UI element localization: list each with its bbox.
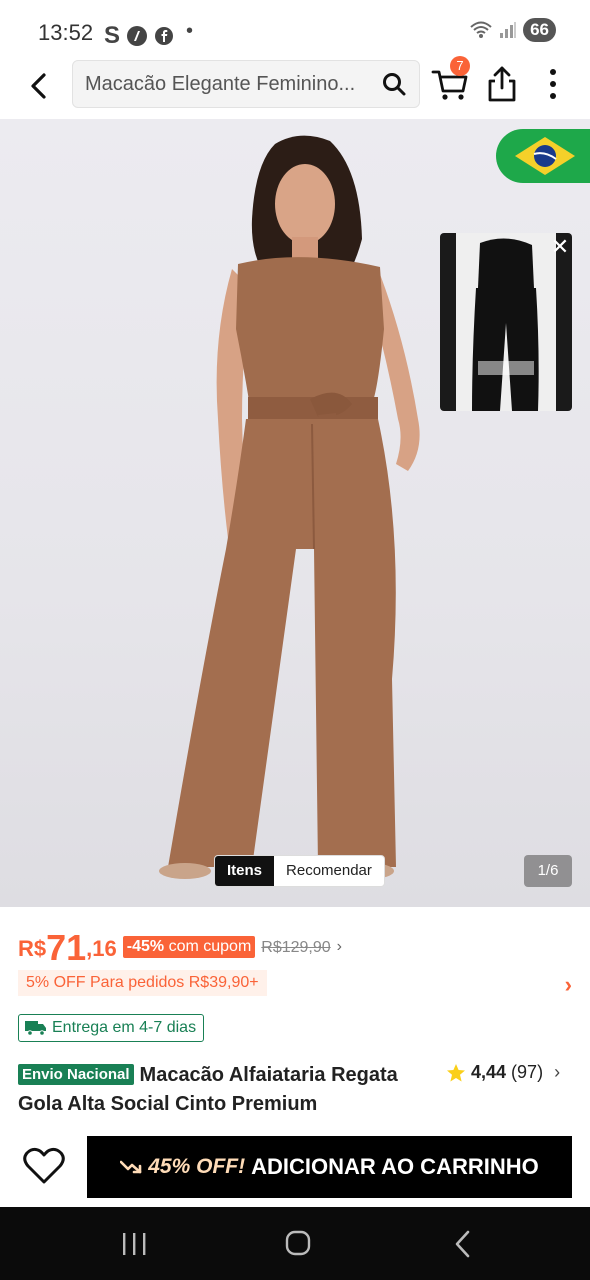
home-icon[interactable] xyxy=(284,1229,312,1257)
thumbnail-photo xyxy=(440,233,572,411)
nav-back-icon[interactable] xyxy=(452,1229,474,1259)
promo-chevron-icon[interactable]: › xyxy=(565,972,572,998)
more-options-icon[interactable] xyxy=(538,64,568,104)
more-notifications-dot: • xyxy=(186,20,194,42)
search-icon[interactable] xyxy=(381,71,407,97)
discount-suffix: com cupom xyxy=(168,938,252,955)
app-notification-icon xyxy=(127,26,148,46)
price-decimal: ,16 xyxy=(86,936,117,961)
discount-percent: -45% xyxy=(126,938,165,955)
original-price: R$129,90 xyxy=(261,939,331,956)
delivery-badge: Entrega em 4-7 dias xyxy=(18,1014,205,1042)
rating-score: 4,44 xyxy=(471,1062,507,1082)
recent-apps-icon[interactable] xyxy=(120,1231,148,1257)
rating-chevron-icon[interactable]: › xyxy=(554,1062,560,1083)
review-count: (97) xyxy=(511,1062,544,1082)
wifi-icon xyxy=(470,21,492,38)
add-to-cart-label: ADICIONAR AO CARRINHO xyxy=(251,1154,539,1179)
image-counter: 1/6 xyxy=(524,855,572,887)
truck-icon xyxy=(25,1021,46,1036)
top-bar: Macacão Elegante Feminino... 7 xyxy=(0,56,590,118)
cart-count-badge: 7 xyxy=(450,56,470,76)
product-image-gallery[interactable]: ✕ Itens Recomendar 1/6 xyxy=(0,119,590,907)
star-icon xyxy=(447,1063,465,1081)
price-currency: R$ xyxy=(18,936,47,961)
back-arrow-icon[interactable] xyxy=(22,68,58,104)
system-icons: 66 xyxy=(469,18,556,42)
status-time: 13:52 xyxy=(38,20,94,45)
search-bar[interactable]: Macacão Elegante Feminino... xyxy=(72,60,420,108)
s-notification-icon: S xyxy=(104,22,121,49)
share-icon[interactable] xyxy=(484,64,520,104)
signal-icon xyxy=(500,22,517,38)
price-chevron-icon[interactable]: › xyxy=(337,938,342,956)
brazil-flag-badge xyxy=(496,129,590,183)
add-to-cart-deal: 45% OFF! xyxy=(148,1155,246,1178)
promo-tag: 5% OFF Para pedidos R$39,90+ xyxy=(18,970,267,996)
heart-icon[interactable] xyxy=(22,1146,66,1186)
add-to-cart-button[interactable]: 45% OFF! ADICIONAR AO CARRINHO xyxy=(87,1136,572,1198)
price-integer: 71 xyxy=(46,927,87,968)
trend-down-icon xyxy=(120,1160,142,1174)
price-row[interactable]: R$ 71 ,16 -45% com cupom R$129,90 › xyxy=(18,922,342,966)
coupon-discount-badge: -45% com cupom xyxy=(122,936,256,958)
search-query[interactable]: Macacão Elegante Feminino... xyxy=(85,73,369,96)
facebook-notification-icon xyxy=(155,27,174,45)
close-thumbnail-icon[interactable]: ✕ xyxy=(548,235,572,259)
brazil-flag-icon xyxy=(515,137,575,175)
promo-row[interactable]: 5% OFF Para pedidos R$39,90+ › xyxy=(18,970,572,998)
tab-itens[interactable]: Itens xyxy=(215,856,275,886)
video-thumbnail[interactable] xyxy=(440,233,572,411)
product-title[interactable]: Envio Nacional Macacão Alfaiataria Regata… xyxy=(18,1060,438,1119)
status-bar: 13:52 S • 66 xyxy=(0,0,590,60)
delivery-text: Entrega em 4-7 dias xyxy=(52,1019,197,1036)
gallery-tabs: Itens Recomendar xyxy=(214,855,385,887)
notification-icons: S xyxy=(104,22,174,50)
rating-summary[interactable]: 4,44 (97) › xyxy=(446,1062,560,1083)
envio-nacional-badge: Envio Nacional xyxy=(18,1064,134,1085)
system-navigation-bar xyxy=(0,1207,590,1280)
tab-recomendar[interactable]: Recomendar xyxy=(274,856,384,886)
battery-indicator: 66 xyxy=(523,18,556,42)
